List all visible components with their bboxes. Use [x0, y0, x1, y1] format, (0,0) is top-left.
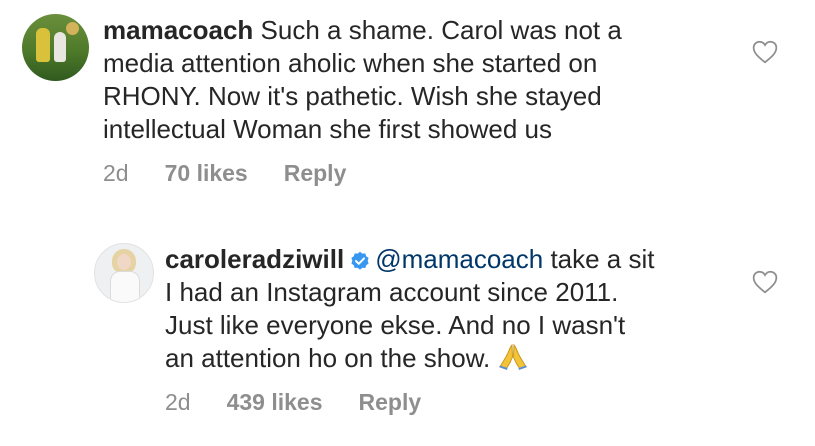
- reply-button[interactable]: Reply: [359, 389, 422, 416]
- avatar-figure: [36, 28, 50, 62]
- comment-line: mamacoach Such a shame. Carol was not a: [103, 14, 792, 47]
- avatar-figure: [110, 271, 140, 302]
- comment-body: mamacoach Such a shame. Carol was not a …: [103, 14, 792, 187]
- comment-line: caroleradziwill @mamacoach take a sit: [165, 243, 794, 276]
- comment-line: I had an Instagram account since 2011.: [165, 277, 619, 307]
- heart-outline-icon[interactable]: [752, 40, 778, 64]
- mention-link[interactable]: @mamacoach: [375, 244, 543, 274]
- reply-button[interactable]: Reply: [284, 160, 347, 187]
- comment-line: RHONY. Now it's pathetic. Wish she staye…: [103, 81, 602, 111]
- comment-line: an attention ho on the show.: [165, 342, 794, 375]
- username-link[interactable]: mamacoach: [103, 15, 253, 45]
- avatar[interactable]: [22, 14, 89, 81]
- avatar-figure: [54, 32, 66, 62]
- comment-timestamp[interactable]: 2d: [103, 160, 129, 187]
- reply-comment: caroleradziwill @mamacoach take a sit I h…: [94, 243, 794, 416]
- avatar-figure: [117, 254, 131, 270]
- comment-text-segment: take a sit: [550, 244, 655, 274]
- comment-line: media attention aholic when she started …: [103, 48, 598, 78]
- heart-outline-icon[interactable]: [752, 270, 778, 294]
- comment-text: mamacoach Such a shame. Carol was not a …: [103, 14, 792, 146]
- avatar-figure: [66, 22, 79, 35]
- likes-count-button[interactable]: 70 likes: [165, 160, 248, 187]
- username-link[interactable]: caroleradziwill: [165, 244, 344, 274]
- comment-body: caroleradziwill @mamacoach take a sit I h…: [165, 243, 794, 416]
- comment-text-segment: an attention ho on the show.: [165, 343, 491, 373]
- folded-hands-icon: [499, 343, 528, 370]
- avatar[interactable]: [94, 243, 154, 303]
- verified-badge-icon: [351, 251, 369, 270]
- comment-meta: 2d 70 likes Reply: [103, 160, 792, 187]
- comment-text-segment: Such a shame. Carol was not a: [260, 15, 622, 45]
- comment-line: Just like everyone ekse. And no I wasn't: [165, 310, 626, 340]
- comment-text: caroleradziwill @mamacoach take a sit I h…: [165, 243, 794, 375]
- comment-meta: 2d 439 likes Reply: [165, 389, 794, 416]
- comment-line: intellectual Woman she first showed us: [103, 114, 552, 144]
- comment-timestamp[interactable]: 2d: [165, 389, 191, 416]
- likes-count-button[interactable]: 439 likes: [227, 389, 323, 416]
- comment: mamacoach Such a shame. Carol was not a …: [22, 14, 792, 187]
